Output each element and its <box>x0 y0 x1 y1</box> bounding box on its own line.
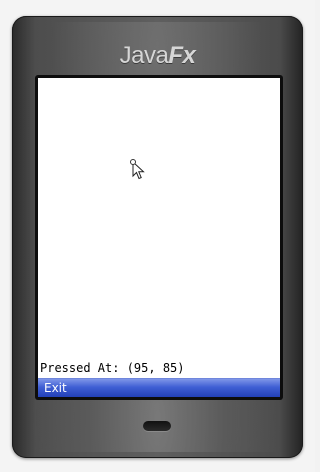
app-screen[interactable]: Pressed At: (95, 85) Exit <box>38 78 280 397</box>
softkey-bar: Exit <box>38 378 280 397</box>
arrow-cursor-icon <box>130 159 148 181</box>
screen-bezel: Pressed At: (95, 85) Exit <box>35 75 283 400</box>
home-button[interactable] <box>143 421 171 431</box>
brand-logo-java: Java <box>119 42 169 69</box>
brand-logo-fx: Fx <box>168 42 196 69</box>
brand-logo: JavaFx <box>12 42 303 70</box>
pressed-at-label: Pressed At: (95, 85) <box>40 361 185 375</box>
press-point-marker <box>130 159 136 165</box>
exit-softkey[interactable]: Exit <box>44 380 67 396</box>
emulator-window: JavaFx Pressed At: (95, 85) Exit <box>0 0 315 472</box>
phone-device: JavaFx Pressed At: (95, 85) Exit <box>12 16 303 458</box>
